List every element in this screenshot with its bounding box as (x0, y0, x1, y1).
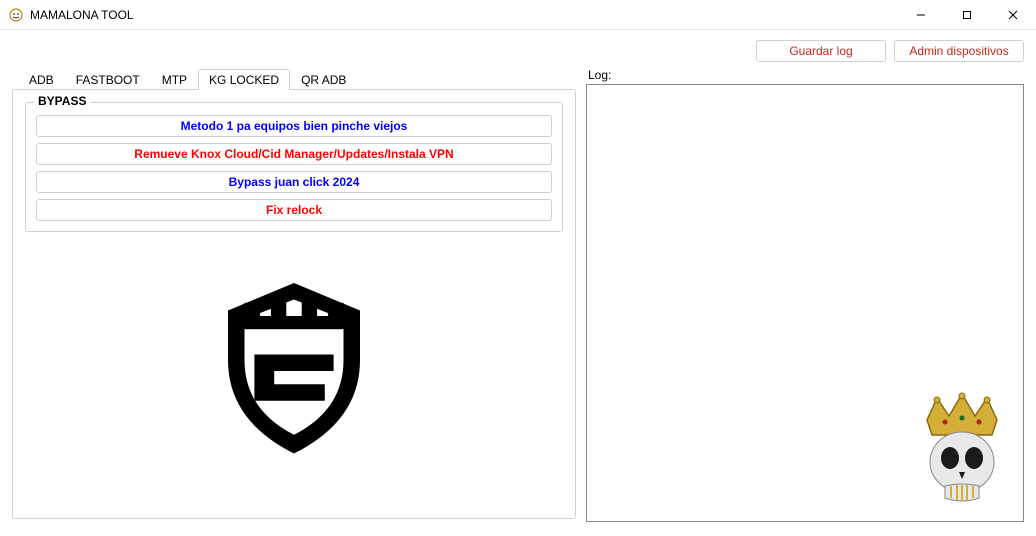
bypass-groupbox: BYPASS Metodo 1 pa equipos bien pinche v… (25, 102, 563, 232)
save-log-button[interactable]: Guardar log (756, 40, 886, 62)
tab-fastboot[interactable]: FASTBOOT (65, 69, 151, 90)
maximize-button[interactable] (944, 0, 990, 30)
minimize-button[interactable] (898, 0, 944, 30)
admin-devices-button[interactable]: Admin dispositivos (894, 40, 1024, 62)
tab-qr-adb[interactable]: QR ADB (290, 69, 357, 90)
tabs-header: ADB FASTBOOT MTP KG LOCKED QR ADB (18, 68, 576, 89)
right-panel: Log: (586, 68, 1024, 522)
remove-knox-button[interactable]: Remueve Knox Cloud/Cid Manager/Updates/I… (36, 143, 552, 165)
method1-button[interactable]: Metodo 1 pa equipos bien pinche viejos (36, 115, 552, 137)
app-icon (8, 7, 24, 23)
titlebar: MAMALONA TOOL (0, 0, 1036, 30)
tab-mtp[interactable]: MTP (151, 69, 198, 90)
close-button[interactable] (990, 0, 1036, 30)
tab-adb[interactable]: ADB (18, 69, 65, 90)
window-controls (898, 0, 1036, 30)
main-content: ADB FASTBOOT MTP KG LOCKED QR ADB BYPASS… (0, 68, 1036, 528)
juan-click-button[interactable]: Bypass juan click 2024 (36, 171, 552, 193)
skull-crown-icon (907, 390, 1017, 515)
tab-kg-locked[interactable]: KG LOCKED (198, 69, 290, 90)
shield-logo (25, 250, 563, 470)
left-panel: ADB FASTBOOT MTP KG LOCKED QR ADB BYPASS… (12, 68, 576, 522)
fix-relock-button[interactable]: Fix relock (36, 199, 552, 221)
log-textarea[interactable] (586, 84, 1024, 522)
statusbar: Regalame 1 dolar, tengo hambre!!! Binanc… (0, 528, 1036, 536)
log-label: Log: (588, 68, 1024, 82)
toolbar: Guardar log Admin dispositivos (0, 30, 1036, 68)
tab-panel-kg-locked: BYPASS Metodo 1 pa equipos bien pinche v… (12, 89, 576, 519)
window-title: MAMALONA TOOL (30, 8, 898, 22)
bypass-group-title: BYPASS (34, 94, 90, 108)
